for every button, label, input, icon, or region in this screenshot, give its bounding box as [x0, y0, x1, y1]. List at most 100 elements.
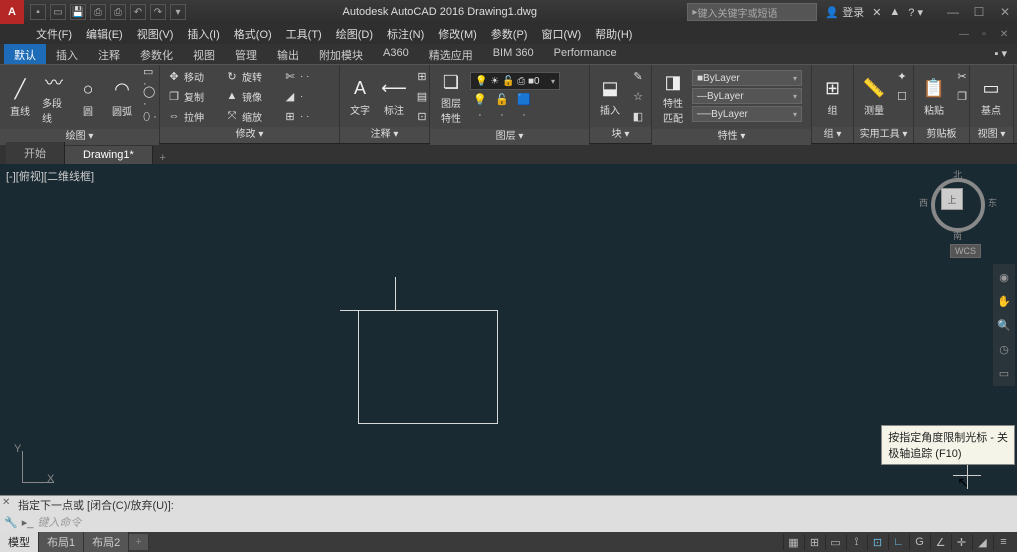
status-osnap-icon[interactable]: G [909, 534, 929, 550]
ribbon-tab-bim360[interactable]: BIM 360 [483, 44, 544, 64]
ribbon-tab-featured[interactable]: 精选应用 [419, 44, 483, 64]
menu-edit[interactable]: 编辑(E) [80, 24, 129, 44]
rectangle-button[interactable]: ▭ · [140, 68, 160, 86]
panel-block-title[interactable]: 块 ▾ [590, 127, 651, 143]
qat-undo-icon[interactable]: ↶ [130, 4, 146, 20]
layer-color-button[interactable]: 🟦 [514, 92, 534, 106]
layout1-tab[interactable]: 布局1 [39, 532, 84, 552]
ribbon-tab-view[interactable]: 视图 [183, 44, 225, 64]
menu-help[interactable]: 帮助(H) [589, 24, 638, 44]
text-button[interactable]: A文字 [344, 74, 376, 119]
fillet-button[interactable]: ◢· [280, 87, 336, 105]
panel-annot-title[interactable]: 注释 ▾ [340, 127, 429, 143]
ribbon-tab-addins[interactable]: 附加模块 [309, 44, 373, 64]
panel-clip-title[interactable]: 剪贴板 [914, 127, 969, 143]
polyline-button[interactable]: 〰多段线 [38, 67, 70, 127]
minimize-button[interactable]: — [941, 3, 965, 21]
stretch-button[interactable]: ⇔拉伸 [164, 107, 220, 125]
trim-button[interactable]: ✄· · [280, 67, 336, 85]
dimension-button[interactable]: ⟵标注 [378, 74, 410, 119]
ribbon-tab-annotate[interactable]: 注释 [88, 44, 130, 64]
menu-format[interactable]: 格式(O) [228, 24, 278, 44]
menu-dimension[interactable]: 标注(N) [381, 24, 430, 44]
status-transparency-icon[interactable]: ◢ [972, 534, 992, 550]
status-otrack-icon[interactable]: ∠ [930, 534, 950, 550]
base-button[interactable]: ▭基点 [974, 74, 1008, 119]
exchange-icon[interactable]: ✕ [872, 6, 881, 19]
nav-pan-icon[interactable]: ✋ [995, 292, 1013, 310]
doc-restore-icon[interactable]: ▫ [975, 27, 993, 41]
menu-parametric[interactable]: 参数(P) [485, 24, 534, 44]
status-dynamic-icon[interactable]: ⟟ [846, 534, 866, 550]
circle-button[interactable]: ○圆 [72, 75, 104, 120]
ribbon-tab-manage[interactable]: 管理 [225, 44, 267, 64]
linetype-combo[interactable]: ── ByLayer▾ [692, 106, 802, 122]
arc-button[interactable]: ◠圆弧 [106, 75, 138, 120]
mirror-button[interactable]: ▲镜像 [222, 87, 278, 105]
paste-button[interactable]: 📋粘贴 [918, 74, 950, 119]
block-attr-button[interactable]: ◧ [628, 107, 648, 125]
menu-draw[interactable]: 绘图(D) [330, 24, 379, 44]
lineweight-combo[interactable]: — ByLayer▾ [692, 88, 802, 104]
ribbon-tab-performance[interactable]: Performance [544, 44, 627, 64]
drawing-canvas[interactable]: [-][俯视][二维线框] Y X 上 北 南 东 西 WCS ◉ ✋ 🔍 ◷ … [0, 164, 1017, 495]
ribbon-tab-insert[interactable]: 插入 [46, 44, 88, 64]
file-tab-drawing1[interactable]: Drawing1* [65, 146, 153, 164]
qat-open-icon[interactable]: ▭ [50, 4, 66, 20]
ribbon-tab-output[interactable]: 输出 [267, 44, 309, 64]
maximize-button[interactable]: ☐ [967, 3, 991, 21]
wcs-label[interactable]: WCS [950, 244, 981, 258]
viewcube-top[interactable]: 上 [941, 188, 963, 210]
menu-tools[interactable]: 工具(T) [280, 24, 328, 44]
qat-plot-icon[interactable]: ⎙ [110, 4, 126, 20]
menu-file[interactable]: 文件(F) [30, 24, 78, 44]
signin-icon[interactable]: 👤 登录 [825, 4, 864, 20]
status-customize-icon[interactable]: ≡ [993, 534, 1013, 550]
tablestyle-button[interactable]: ⊡ [412, 107, 432, 125]
help-icon[interactable]: ? ▾ [908, 6, 923, 19]
cmdline-close-icon[interactable]: ✕ [2, 497, 10, 508]
menu-window[interactable]: 窗口(W) [535, 24, 587, 44]
cut-button[interactable]: ✂ [952, 67, 972, 85]
qat-save-icon[interactable]: 💾 [70, 4, 86, 20]
nav-showmotion-icon[interactable]: ▭ [995, 364, 1013, 382]
layer-combo[interactable]: 💡 ☀ 🔓 ⎙ ■ 0▾ [470, 72, 560, 90]
panel-props-title[interactable]: 特性 ▾ [652, 129, 811, 145]
status-grid-icon[interactable]: ▦ [783, 534, 803, 550]
array-button[interactable]: ⊞· · [280, 107, 336, 125]
panel-layer-title[interactable]: 图层 ▾ [430, 129, 589, 145]
doc-close-icon[interactable]: ✕ [995, 27, 1013, 41]
qat-new-icon[interactable]: ▪ [30, 4, 46, 20]
ribbon-tab-a360[interactable]: A360 [373, 44, 419, 64]
status-polar-icon[interactable]: ∟ [888, 534, 908, 550]
add-layout-button[interactable]: + [129, 534, 148, 550]
table-button[interactable]: ▤ [412, 87, 432, 105]
help-search-input[interactable]: ▸ 键入关键字或短语 [687, 3, 817, 21]
status-infer-icon[interactable]: ▭ [825, 534, 845, 550]
color-combo[interactable]: ■ ByLayer▾ [692, 70, 802, 86]
doc-minimize-icon[interactable]: — [955, 27, 973, 41]
status-lwt-icon[interactable]: ✛ [951, 534, 971, 550]
menu-insert[interactable]: 插入(I) [181, 24, 225, 44]
layer-iso-button[interactable]: · [470, 108, 490, 122]
nav-orbit-icon[interactable]: ◷ [995, 340, 1013, 358]
status-ortho-icon[interactable]: ⊡ [867, 534, 887, 550]
copy-clip-button[interactable]: ❐ [952, 87, 972, 105]
leader-button[interactable]: ⊞ [412, 67, 432, 85]
file-tab-start[interactable]: 开始 [6, 142, 65, 164]
panel-util-title[interactable]: 实用工具 ▾ [854, 127, 913, 143]
ribbon-collapse-icon[interactable]: ▪ ▾ [985, 44, 1017, 64]
panel-group-title[interactable]: 组 ▾ [812, 127, 853, 143]
panel-modify-title[interactable]: 修改 ▾ [160, 127, 339, 143]
edit-block-button[interactable]: ☆ [628, 87, 648, 105]
app-logo[interactable]: A [0, 0, 24, 24]
scale-button[interactable]: ⤧缩放 [222, 107, 278, 125]
ribbon-tab-default[interactable]: 默认 [4, 44, 46, 64]
menu-view[interactable]: 视图(V) [131, 24, 180, 44]
util-btn-1[interactable]: ✦ [892, 67, 912, 85]
layer-prev-button[interactable]: · [492, 108, 512, 122]
menu-modify[interactable]: 修改(M) [432, 24, 483, 44]
nav-wheel-icon[interactable]: ◉ [995, 268, 1013, 286]
panel-viewbase-title[interactable]: 视图 ▾ [970, 127, 1013, 143]
command-input[interactable]: 键入命令 [37, 514, 81, 530]
